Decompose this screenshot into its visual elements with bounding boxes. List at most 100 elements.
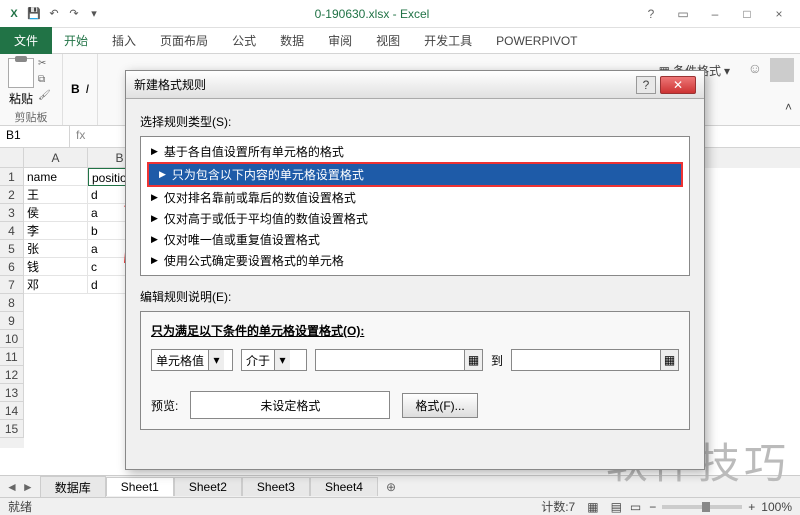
- help-button[interactable]: ?: [636, 4, 666, 24]
- view-normal-icon[interactable]: ▦: [587, 500, 598, 514]
- save-icon[interactable]: 💾: [26, 6, 42, 22]
- format-button[interactable]: 格式(F)...: [402, 393, 477, 418]
- operator-combo[interactable]: 介于▾: [241, 349, 307, 371]
- row-header-12[interactable]: 12: [0, 366, 24, 384]
- clipboard-label: 剪贴板: [8, 109, 54, 125]
- row-header-7[interactable]: 7: [0, 276, 24, 294]
- cell[interactable]: 侯: [24, 204, 88, 222]
- sheet-tab[interactable]: Sheet3: [242, 477, 310, 496]
- chevron-down-icon: ▾: [274, 350, 290, 370]
- ribbon-options-icon[interactable]: ▭: [668, 4, 698, 24]
- tab-dev[interactable]: 开发工具: [412, 28, 484, 53]
- edit-rule-panel: 只为满足以下条件的单元格设置格式(O): 单元格值▾ 介于▾ ▦ 到 ▦ 预览:…: [140, 311, 690, 430]
- value-type-combo[interactable]: 单元格值▾: [151, 349, 233, 371]
- cut-icon[interactable]: ✂: [38, 58, 54, 72]
- range-from-input[interactable]: ▦: [315, 349, 483, 371]
- collapse-ribbon-icon[interactable]: ˄: [785, 100, 792, 114]
- row-header-8[interactable]: 8: [0, 294, 24, 312]
- row-header-14[interactable]: 14: [0, 402, 24, 420]
- tab-formula[interactable]: 公式: [220, 28, 268, 53]
- feedback-icon[interactable]: ☺: [748, 60, 762, 76]
- sheet-tab[interactable]: Sheet4: [310, 477, 378, 496]
- tab-insert[interactable]: 插入: [100, 28, 148, 53]
- dialog-help-button[interactable]: ?: [636, 76, 656, 94]
- paste-label: 粘贴: [9, 90, 33, 107]
- range-to-input[interactable]: ▦: [511, 349, 679, 371]
- cell[interactable]: 张: [24, 240, 88, 258]
- bold-button[interactable]: B: [71, 82, 80, 96]
- view-layout-icon[interactable]: ▤: [611, 500, 622, 514]
- sheet-nav[interactable]: ◄►: [0, 480, 40, 494]
- undo-icon[interactable]: ↶: [46, 6, 62, 22]
- cell[interactable]: 钱: [24, 258, 88, 276]
- row-header-4[interactable]: 4: [0, 222, 24, 240]
- font-group: B I: [63, 54, 98, 125]
- col-header[interactable]: A: [24, 148, 88, 168]
- row-headers: 1 2 3 4 5 6 7 8 9 10 11 12 13 14 15: [0, 148, 24, 448]
- zoom-value[interactable]: 100%: [761, 500, 792, 514]
- row-header-6[interactable]: 6: [0, 258, 24, 276]
- rule-type-item[interactable]: ▶使用公式确定要设置格式的单元格: [141, 250, 689, 271]
- rule-type-item[interactable]: ▶基于各自值设置所有单元格的格式: [141, 141, 689, 162]
- italic-button[interactable]: I: [86, 82, 89, 96]
- dialog-title: 新建格式规则: [134, 76, 636, 93]
- row-header-11[interactable]: 11: [0, 348, 24, 366]
- tab-data[interactable]: 数据: [268, 28, 316, 53]
- row-header-1[interactable]: 1: [0, 168, 24, 186]
- preview-label: 预览:: [151, 397, 178, 414]
- redo-icon[interactable]: ↷: [66, 6, 82, 22]
- condition-title: 只为满足以下条件的单元格设置格式(O):: [151, 322, 679, 339]
- view-break-icon[interactable]: ▭: [630, 500, 641, 514]
- row-header-15[interactable]: 15: [0, 420, 24, 438]
- select-all-corner[interactable]: [0, 148, 24, 168]
- zoom-in-icon[interactable]: +: [748, 500, 755, 514]
- rule-type-list: ▶基于各自值设置所有单元格的格式 ▶只为包含以下内容的单元格设置格式 ▶仅对排名…: [140, 136, 690, 276]
- chevron-left-icon: ◄: [6, 480, 18, 494]
- copy-icon[interactable]: ⧉: [38, 74, 54, 88]
- select-rule-type-label: 选择规则类型(S):: [140, 113, 690, 130]
- cell[interactable]: 邓: [24, 276, 88, 294]
- rule-type-item[interactable]: ▶仅对唯一值或重复值设置格式: [141, 229, 689, 250]
- tab-powerpivot[interactable]: POWERPIVOT: [484, 30, 589, 52]
- row-header-5[interactable]: 5: [0, 240, 24, 258]
- fx-icon[interactable]: fx: [70, 126, 91, 147]
- sheet-tab-active[interactable]: Sheet1: [106, 477, 174, 496]
- rule-type-item[interactable]: ▶仅对高于或低于平均值的数值设置格式: [141, 208, 689, 229]
- sheet-tab[interactable]: 数据库: [40, 476, 106, 498]
- close-button[interactable]: ×: [764, 4, 794, 24]
- tab-review[interactable]: 审阅: [316, 28, 364, 53]
- maximize-button[interactable]: □: [732, 4, 762, 24]
- zoom-out-icon[interactable]: −: [649, 500, 656, 514]
- range-picker-icon[interactable]: ▦: [660, 350, 678, 370]
- add-sheet-button[interactable]: ⊕: [378, 480, 404, 494]
- qat-dropdown-icon[interactable]: ▾: [86, 6, 102, 22]
- row-header-9[interactable]: 9: [0, 312, 24, 330]
- user-avatar[interactable]: [770, 58, 794, 82]
- row-header-3[interactable]: 3: [0, 204, 24, 222]
- sheet-tab[interactable]: Sheet2: [174, 477, 242, 496]
- tab-layout[interactable]: 页面布局: [148, 28, 220, 53]
- minimize-button[interactable]: –: [700, 4, 730, 24]
- row-header-2[interactable]: 2: [0, 186, 24, 204]
- rule-type-item-selected[interactable]: ▶只为包含以下内容的单元格设置格式: [147, 162, 683, 187]
- dialog-titlebar[interactable]: 新建格式规则 ? ✕: [126, 71, 704, 99]
- cell[interactable]: 李: [24, 222, 88, 240]
- row-header-10[interactable]: 10: [0, 330, 24, 348]
- name-box[interactable]: B1: [0, 126, 70, 147]
- rule-type-item[interactable]: ▶仅对排名靠前或靠后的数值设置格式: [141, 187, 689, 208]
- format-painter-icon[interactable]: 🖌: [38, 90, 54, 104]
- range-picker-icon[interactable]: ▦: [464, 350, 482, 370]
- tab-home[interactable]: 开始: [52, 28, 100, 53]
- count-value: 7: [569, 500, 576, 514]
- cell[interactable]: 王: [24, 186, 88, 204]
- paste-button[interactable]: 粘贴: [8, 58, 34, 107]
- row-header-13[interactable]: 13: [0, 384, 24, 402]
- tab-view[interactable]: 视图: [364, 28, 412, 53]
- zoom-slider[interactable]: [662, 505, 742, 509]
- quick-access-toolbar: X 💾 ↶ ↷ ▾: [0, 6, 108, 22]
- tab-file[interactable]: 文件: [0, 27, 52, 54]
- new-format-rule-dialog: 新建格式规则 ? ✕ 选择规则类型(S): ▶基于各自值设置所有单元格的格式 ▶…: [125, 70, 705, 470]
- chevron-down-icon: ▾: [208, 350, 224, 370]
- cell[interactable]: name: [24, 168, 88, 186]
- dialog-close-button[interactable]: ✕: [660, 76, 696, 94]
